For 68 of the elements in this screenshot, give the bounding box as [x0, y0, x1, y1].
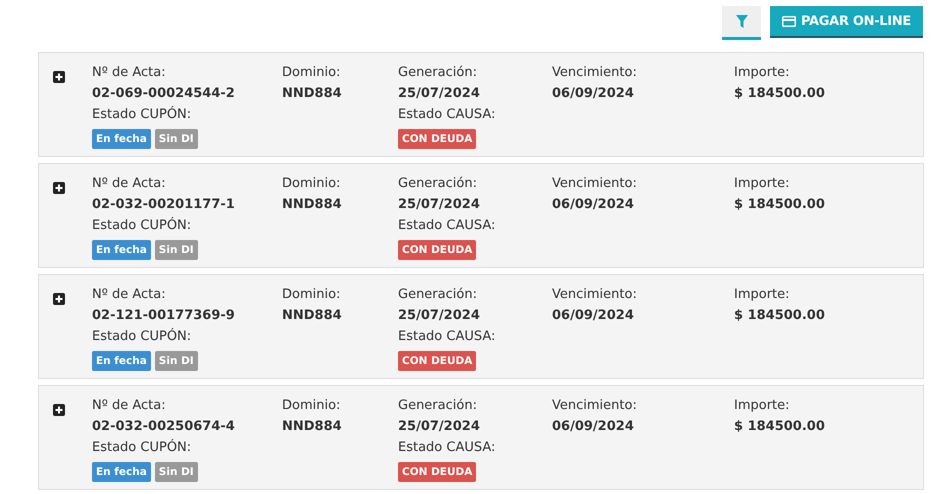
field-value: 25/07/2024	[398, 418, 481, 435]
field-value: $ 184500.00	[734, 418, 826, 435]
field-label: Vencimiento:	[552, 397, 638, 414]
field-value: 25/07/2024	[398, 196, 481, 213]
field-value: 25/07/2024	[398, 85, 481, 102]
field-value: 02-032-00201177-1	[92, 196, 236, 213]
field-value: NND884	[282, 196, 343, 213]
field-value: NND884	[282, 418, 343, 435]
field-label: Importe:	[734, 286, 791, 303]
field-label: Vencimiento:	[552, 175, 638, 192]
expand-icon[interactable]	[53, 182, 65, 194]
field-label: Nº de Acta:	[92, 64, 167, 81]
field-value: 06/09/2024	[552, 418, 635, 435]
field-label: Vencimiento:	[552, 64, 638, 81]
field-value: 06/09/2024	[552, 85, 635, 102]
status-badge: Sin DI	[154, 351, 198, 371]
field-value: NND884	[282, 85, 343, 102]
pay-online-button[interactable]: PAGAR ON-LINE	[770, 6, 923, 38]
field-label: Nº de Acta:	[92, 397, 167, 414]
field-label: Importe:	[734, 175, 791, 192]
field-label: Estado CUPÓN:	[92, 106, 192, 123]
field-value: $ 184500.00	[734, 85, 826, 102]
status-badge: CON DEUDA	[398, 462, 476, 482]
field-label: Dominio:	[282, 286, 342, 303]
status-badge: En fecha	[92, 462, 151, 482]
field-label: Estado CUPÓN:	[92, 439, 192, 456]
field-label: Generación:	[398, 64, 478, 81]
expand-icon[interactable]	[53, 293, 65, 305]
status-badge: En fecha	[92, 351, 151, 371]
field-value: 06/09/2024	[552, 307, 635, 324]
field-value: $ 184500.00	[734, 196, 826, 213]
credit-card-icon	[782, 16, 796, 26]
field-label: Nº de Acta:	[92, 286, 167, 303]
field-label: Estado CAUSA:	[398, 217, 496, 234]
field-value: 02-069-00024544-2	[92, 85, 236, 102]
field-label: Estado CAUSA:	[398, 439, 496, 456]
field-label: Vencimiento:	[552, 286, 638, 303]
field-label: Estado CUPÓN:	[92, 328, 192, 345]
field-value: 06/09/2024	[552, 196, 635, 213]
status-badge: Sin DI	[154, 129, 198, 149]
status-badge: En fecha	[92, 240, 151, 260]
field-label: Dominio:	[282, 397, 342, 414]
status-badge: CON DEUDA	[398, 240, 476, 260]
filter-tab[interactable]	[722, 6, 762, 40]
filter-icon	[736, 15, 748, 28]
field-label: Nº de Acta:	[92, 175, 167, 192]
field-label: Dominio:	[282, 175, 342, 192]
expand-icon[interactable]	[53, 404, 65, 416]
field-value: 02-032-00250674-4	[92, 418, 236, 435]
field-label: Estado CAUSA:	[398, 328, 496, 345]
field-label: Estado CAUSA:	[398, 106, 496, 123]
field-value: 02-121-00177369-9	[92, 307, 236, 324]
field-label: Importe:	[734, 397, 791, 414]
field-label: Generación:	[398, 397, 478, 414]
status-badge: Sin DI	[154, 462, 198, 482]
expand-icon[interactable]	[53, 71, 65, 83]
field-value: NND884	[282, 307, 343, 324]
field-label: Generación:	[398, 286, 478, 303]
field-label: Generación:	[398, 175, 478, 192]
field-label: Estado CUPÓN:	[92, 217, 192, 234]
field-value: $ 184500.00	[734, 307, 826, 324]
field-label: Importe:	[734, 64, 791, 81]
status-badge: Sin DI	[154, 240, 198, 260]
status-badge: CON DEUDA	[398, 351, 476, 371]
status-badge: CON DEUDA	[398, 129, 476, 149]
field-value: 25/07/2024	[398, 307, 481, 324]
status-badge: En fecha	[92, 129, 151, 149]
field-label: Dominio:	[282, 64, 342, 81]
